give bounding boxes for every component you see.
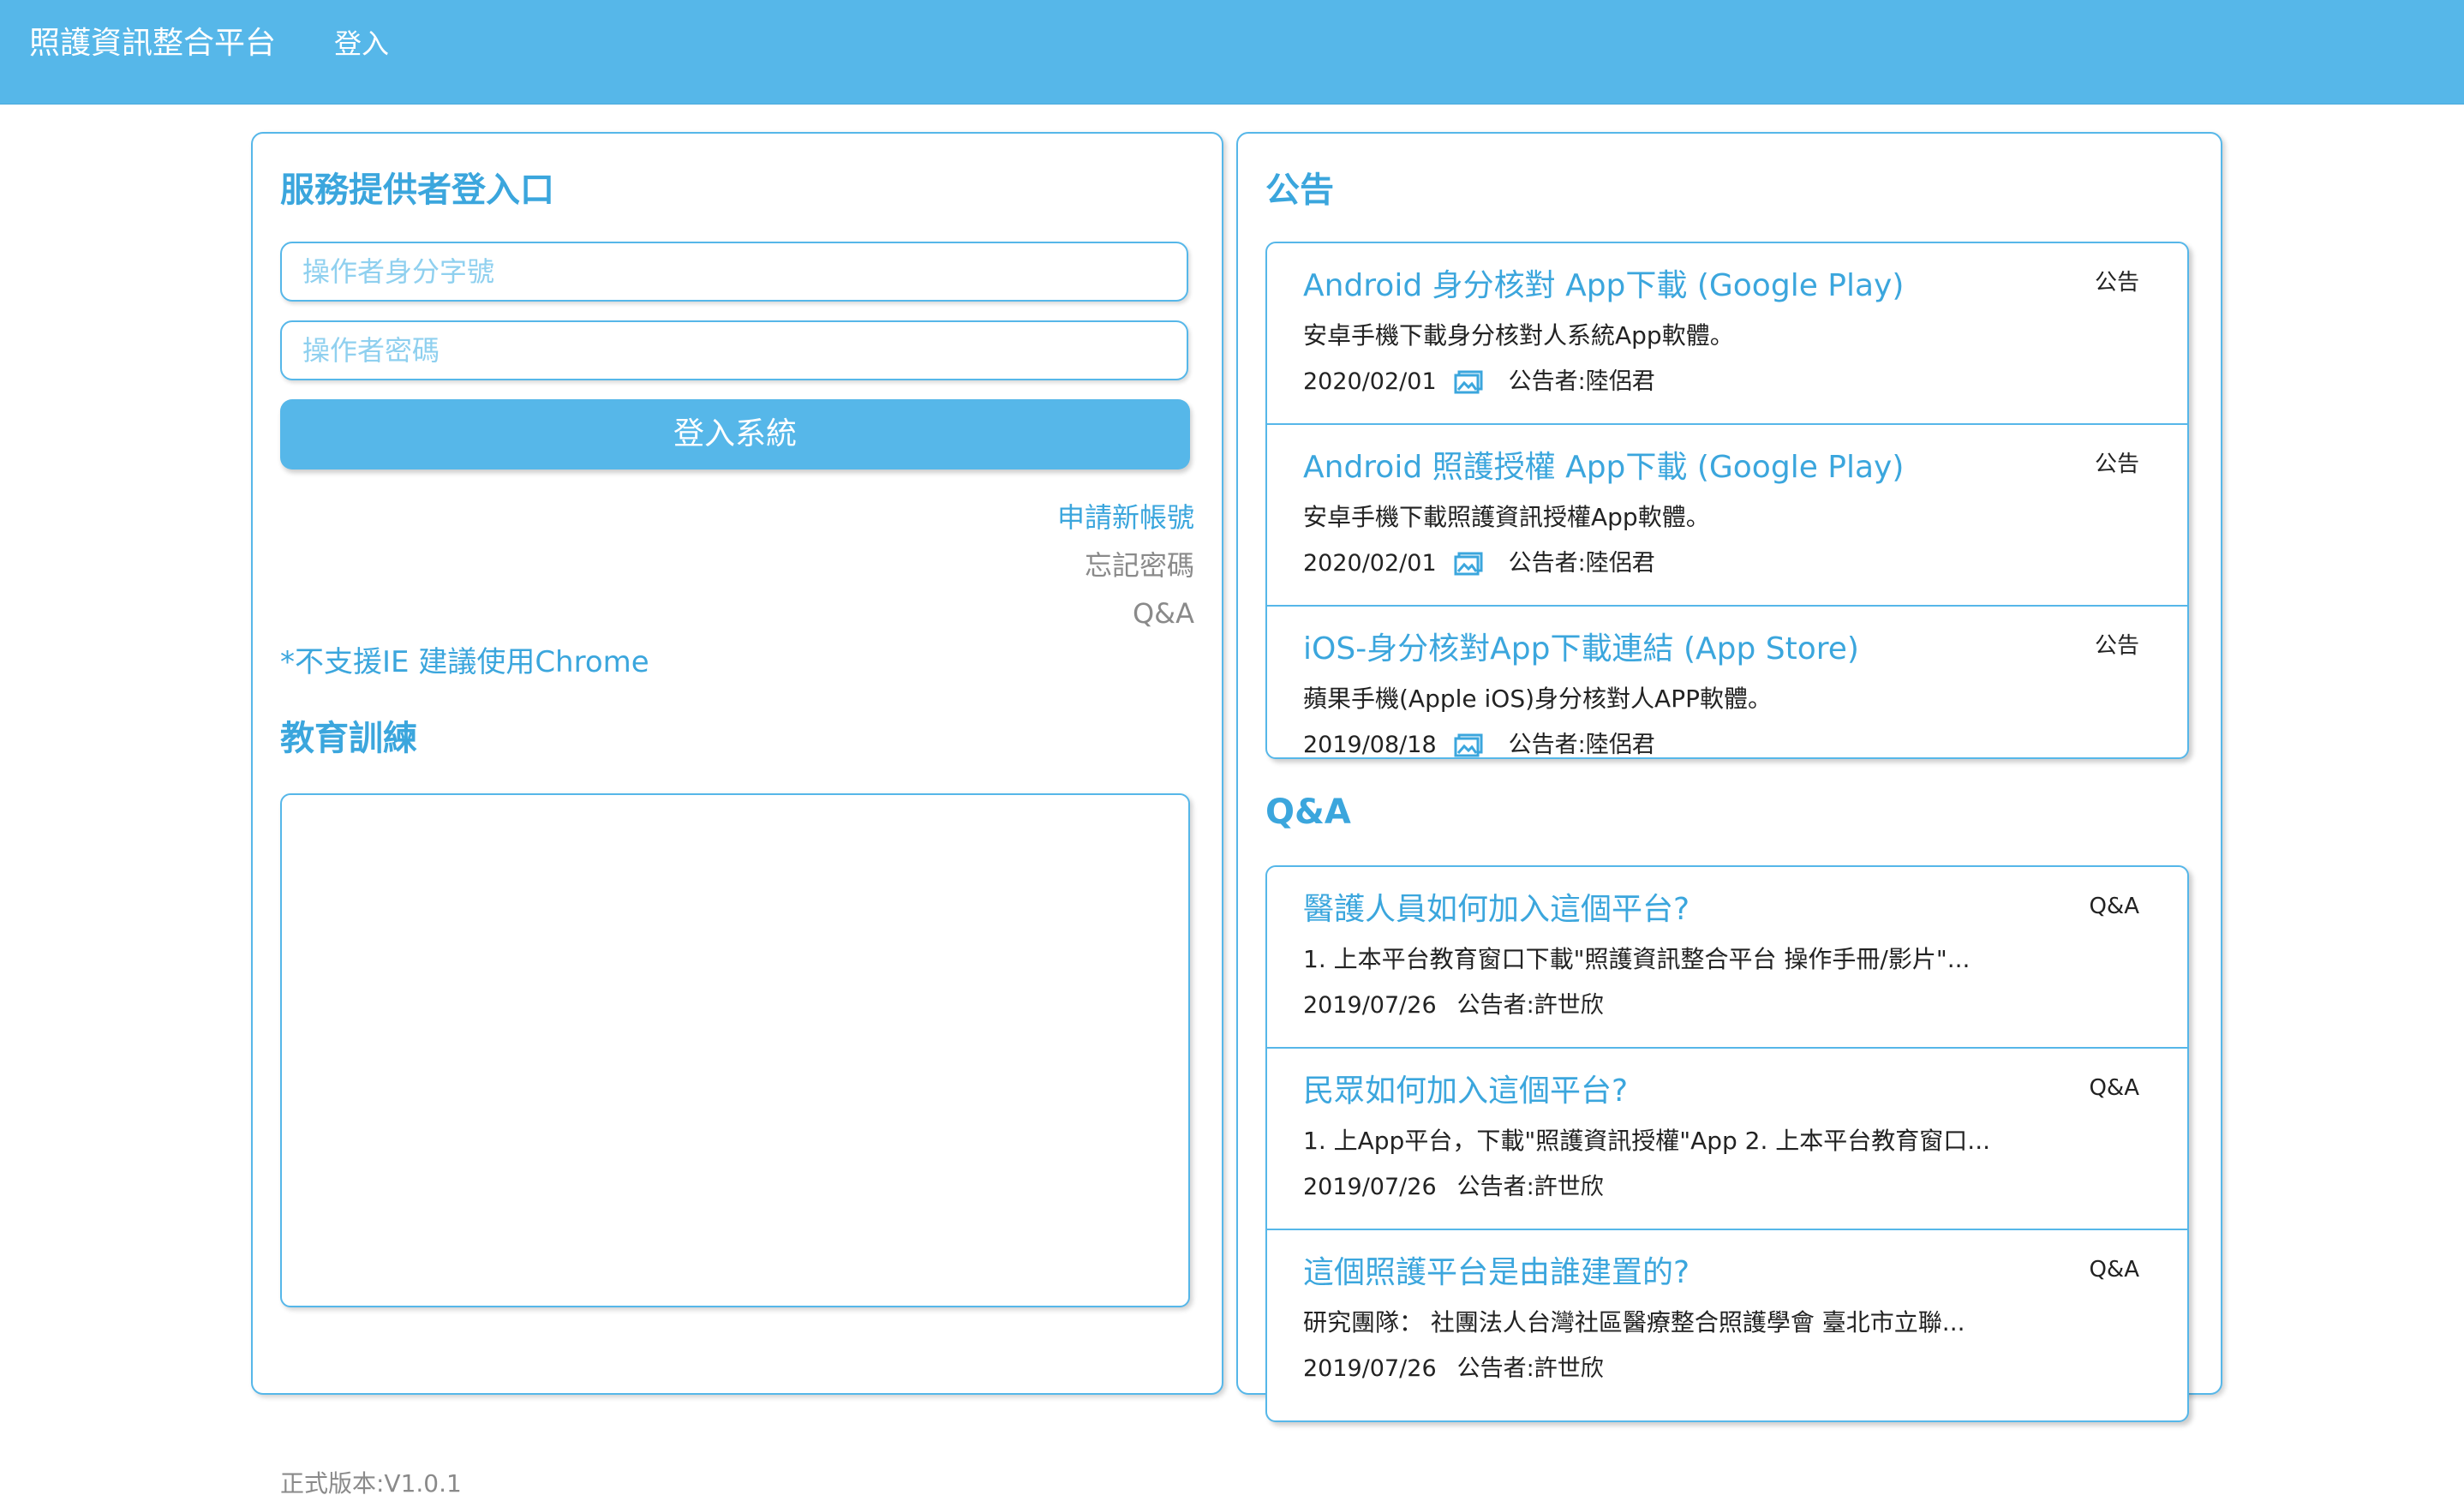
- register-account-link[interactable]: 申請新帳號: [1057, 499, 1194, 536]
- image-icon[interactable]: [1454, 370, 1483, 394]
- version-label: 正式版本:V1.0.1: [280, 1469, 462, 1498]
- announcement-list: Android 身分核對 App下載 (Google Play) 公告 安卓手機…: [1265, 242, 2189, 759]
- brand-title[interactable]: 照護資訊整合平台: [29, 22, 276, 65]
- list-item[interactable]: 民眾如何加入這個平台? Q&A 1. 上App平台，下載"照護資訊授權"App …: [1267, 1049, 2187, 1230]
- login-panel-title: 服務提供者登入口: [280, 170, 554, 210]
- announcement-title[interactable]: iOS-身分核對App下載連結 (App Store): [1303, 629, 1859, 670]
- announcement-author: 公告者:陸侶君: [1508, 368, 1655, 395]
- announcement-title[interactable]: Android 身分核對 App下載 (Google Play): [1303, 266, 1904, 307]
- list-item[interactable]: Android 照護授權 App下載 (Google Play) 公告 安卓手機…: [1267, 425, 2187, 607]
- announcement-title[interactable]: Android 照護授權 App下載 (Google Play): [1303, 447, 1904, 488]
- qa-link[interactable]: Q&A: [1133, 595, 1194, 632]
- list-item[interactable]: iOS-身分核對App下載連結 (App Store) 公告 蘋果手機(Appl…: [1267, 607, 2187, 758]
- qa-question[interactable]: 這個照護平台是由誰建置的?: [1303, 1253, 1690, 1294]
- announcement-date: 2019/08/18: [1303, 732, 1437, 758]
- category-tag: 公告: [2094, 633, 2139, 659]
- qa-meta: 2019/07/26 公告者:許世欣: [1303, 989, 1604, 1023]
- announcement-meta: 2020/02/01 公告者:陸侶君: [1303, 547, 1655, 581]
- operator-password-input[interactable]: [280, 320, 1188, 380]
- announcement-date: 2020/02/01: [1303, 368, 1437, 395]
- qa-meta: 2019/07/26 公告者:許世欣: [1303, 1352, 1604, 1386]
- announcement-description: 安卓手機下載身分核對人系統App軟體。: [1303, 321, 1734, 350]
- qa-question[interactable]: 醫護人員如何加入這個平台?: [1303, 889, 1690, 930]
- qa-question[interactable]: 民眾如何加入這個平台?: [1303, 1071, 1628, 1112]
- category-tag: Q&A: [2089, 1075, 2139, 1101]
- login-submit-button[interactable]: 登入系統: [280, 399, 1190, 469]
- image-icon[interactable]: [1454, 552, 1483, 576]
- announcement-meta: 2019/08/18 公告者:陸侶君: [1303, 728, 1655, 758]
- announcement-description: 蘋果手機(Apple iOS)身分核對人APP軟體。: [1303, 685, 1772, 713]
- image-icon[interactable]: [1454, 733, 1483, 757]
- top-navbar: 照護資訊整合平台 登入: [0, 0, 2464, 105]
- qa-date: 2019/07/26: [1303, 1174, 1437, 1200]
- qa-list: 醫護人員如何加入這個平台? Q&A 1. 上本平台教育窗口下載"照護資訊整合平台…: [1265, 865, 2189, 1422]
- category-tag: 公告: [2094, 451, 2139, 477]
- announcement-author: 公告者:陸侶君: [1508, 732, 1655, 758]
- announcement-meta: 2020/02/01 公告者:陸侶君: [1303, 365, 1655, 399]
- qa-meta: 2019/07/26 公告者:許世欣: [1303, 1170, 1604, 1205]
- operator-id-input[interactable]: [280, 242, 1188, 302]
- qa-title: Q&A: [1265, 792, 1351, 832]
- announcement-date: 2020/02/01: [1303, 550, 1437, 577]
- education-content-box: [280, 793, 1190, 1307]
- list-item[interactable]: 醫護人員如何加入這個平台? Q&A 1. 上本平台教育窗口下載"照護資訊整合平台…: [1267, 867, 2187, 1049]
- list-item[interactable]: Android 身分核對 App下載 (Google Play) 公告 安卓手機…: [1267, 243, 2187, 425]
- category-tag: Q&A: [2089, 894, 2139, 919]
- browser-support-note: *不支援IE 建議使用Chrome: [280, 645, 649, 679]
- qa-author: 公告者:許世欣: [1456, 1174, 1604, 1200]
- announcements-title: 公告: [1265, 170, 1334, 210]
- qa-date: 2019/07/26: [1303, 1355, 1437, 1382]
- list-item[interactable]: 這個照護平台是由誰建置的? Q&A 研究團隊： 社團法人台灣社區醫療整合照護學會…: [1267, 1230, 2187, 1410]
- qa-date: 2019/07/26: [1303, 992, 1437, 1019]
- info-panel: 公告 Android 身分核對 App下載 (Google Play) 公告 安…: [1236, 132, 2222, 1422]
- forgot-password-link[interactable]: 忘記密碼: [1085, 547, 1194, 584]
- qa-answer-preview: 1. 上本平台教育窗口下載"照護資訊整合平台 操作手冊/影片"...: [1303, 945, 1971, 973]
- category-tag: 公告: [2094, 270, 2139, 296]
- qa-author: 公告者:許世欣: [1456, 992, 1604, 1019]
- login-panel: 服務提供者登入口 登入系統 申請新帳號 忘記密碼 Q&A *不支援IE 建議使用…: [251, 132, 1223, 1498]
- education-title: 教育訓練: [280, 719, 417, 758]
- announcement-author: 公告者:陸侶君: [1508, 550, 1655, 577]
- nav-login-link[interactable]: 登入: [334, 22, 389, 65]
- announcement-description: 安卓手機下載照護資訊授權App軟體。: [1303, 503, 1710, 531]
- category-tag: Q&A: [2089, 1257, 2139, 1283]
- qa-answer-preview: 1. 上App平台，下載"照護資訊授權"App 2. 上本平台教育窗口...: [1303, 1127, 1990, 1155]
- qa-author: 公告者:許世欣: [1456, 1355, 1604, 1382]
- qa-answer-preview: 研究團隊： 社團法人台灣社區醫療整合照護學會 臺北市立聯...: [1303, 1308, 1965, 1337]
